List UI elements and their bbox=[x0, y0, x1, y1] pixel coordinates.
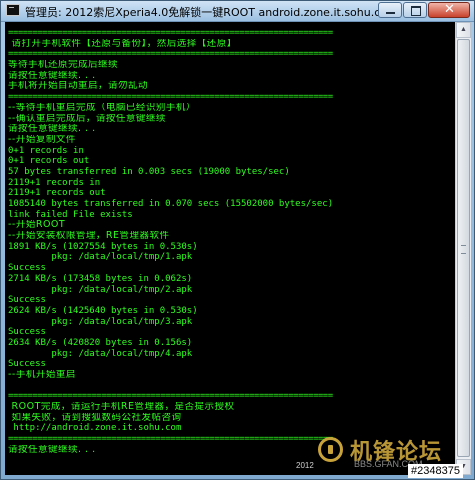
console-line: 请按任意键继续. . . bbox=[8, 124, 96, 135]
minimize-icon bbox=[386, 12, 395, 14]
console-line: 请按任意键继续. . . bbox=[8, 70, 96, 81]
console-line: --开始复制文件 bbox=[8, 134, 76, 145]
watermark-year: 2012 bbox=[296, 461, 314, 470]
title-bar[interactable]: 管理员: 2012索尼Xperia4.0免解锁一键ROOT android.zo… bbox=[1, 1, 474, 22]
console-line: ========================================… bbox=[8, 391, 333, 402]
minimize-button[interactable] bbox=[378, 2, 402, 18]
console-line: 2119+1 records in bbox=[8, 177, 101, 188]
post-id-label: #2348375 bbox=[408, 464, 463, 478]
console-line: --开始ROOT bbox=[8, 220, 66, 231]
window-title: 管理员: 2012索尼Xperia4.0免解锁一键ROOT android.zo… bbox=[25, 6, 398, 19]
console-line: Success bbox=[8, 295, 46, 306]
console-line: 等待手机还原完成后继续 bbox=[8, 60, 119, 71]
maximize-button[interactable] bbox=[403, 2, 427, 18]
console-line: ========================================… bbox=[8, 49, 333, 60]
console-line: 1891 KB/s (1027554 bytes in 0.530s) bbox=[8, 241, 198, 252]
console-window: 管理员: 2012索尼Xperia4.0免解锁一键ROOT android.zo… bbox=[0, 0, 475, 480]
console-line: --开始安装权限管理，RE管理器软件 bbox=[8, 231, 170, 242]
console-line: pkg: /data/local/tmp/4.apk bbox=[8, 348, 193, 359]
console-line: Success bbox=[8, 263, 46, 274]
console-line: Success bbox=[8, 359, 46, 370]
console-line: 2714 KB/s (173458 bytes in 0.062s) bbox=[8, 273, 193, 284]
console-line: 0+1 records in bbox=[8, 145, 84, 156]
console-line: --等待手机重启完成（电脑已经识别手机） bbox=[8, 102, 196, 113]
console-line: 手机将开始自动重启，请勿乱动 bbox=[8, 81, 149, 92]
console-line: 如果失败，请到搜狐数码公社发帖咨询 bbox=[8, 412, 182, 423]
console-line: 2634 KB/s (420820 bytes in 0.156s) bbox=[8, 337, 193, 348]
scroll-thumb[interactable] bbox=[457, 39, 470, 457]
console-line: pkg: /data/local/tmp/3.apk bbox=[8, 316, 193, 327]
close-icon: ✕ bbox=[444, 2, 455, 17]
console-line: pkg: /data/local/tmp/2.apk bbox=[8, 284, 193, 295]
console-line: --手机开始重启 bbox=[8, 370, 76, 380]
maximize-icon bbox=[411, 6, 421, 16]
console-app-icon[interactable] bbox=[6, 4, 20, 16]
vertical-scrollbar[interactable]: ▲ ▼ bbox=[455, 22, 471, 475]
console-line: 57 bytes transferred in 0.003 secs (1900… bbox=[8, 166, 290, 177]
scroll-grip-icon bbox=[461, 245, 466, 254]
console-line: 2119+1 records out bbox=[8, 188, 106, 199]
close-button[interactable]: ✕ bbox=[428, 2, 470, 18]
console-line: pkg: /data/local/tmp/1.apk bbox=[8, 252, 193, 263]
console-line: --确认重启完成后，请按任意键继续 bbox=[8, 113, 166, 124]
console-line: 1085140 bytes transferred in 0.070 secs … bbox=[8, 199, 334, 209]
console-line: 0+1 records out bbox=[8, 156, 90, 167]
console-line: ========================================… bbox=[8, 92, 333, 103]
console-line: 请打开手机软件【还原与备份】，然后选择【还原】 bbox=[8, 38, 237, 49]
console-line: ROOT完成，请运行手机RE管理器，是否提示授权 bbox=[8, 402, 235, 413]
console-lines: ========================================… bbox=[8, 28, 453, 456]
caption-buttons: ✕ bbox=[377, 2, 470, 19]
console-line: ========================================… bbox=[8, 28, 333, 38]
console-line: link failed File exists bbox=[8, 209, 133, 220]
scroll-up-arrow-icon[interactable]: ▲ bbox=[456, 22, 471, 38]
console-output[interactable]: ========================================… bbox=[5, 22, 455, 475]
console-line: Success bbox=[8, 327, 46, 338]
gfan-logo-icon bbox=[318, 437, 343, 462]
console-line: 2624 KB/s (1425640 bytes in 0.530s) bbox=[8, 305, 198, 316]
